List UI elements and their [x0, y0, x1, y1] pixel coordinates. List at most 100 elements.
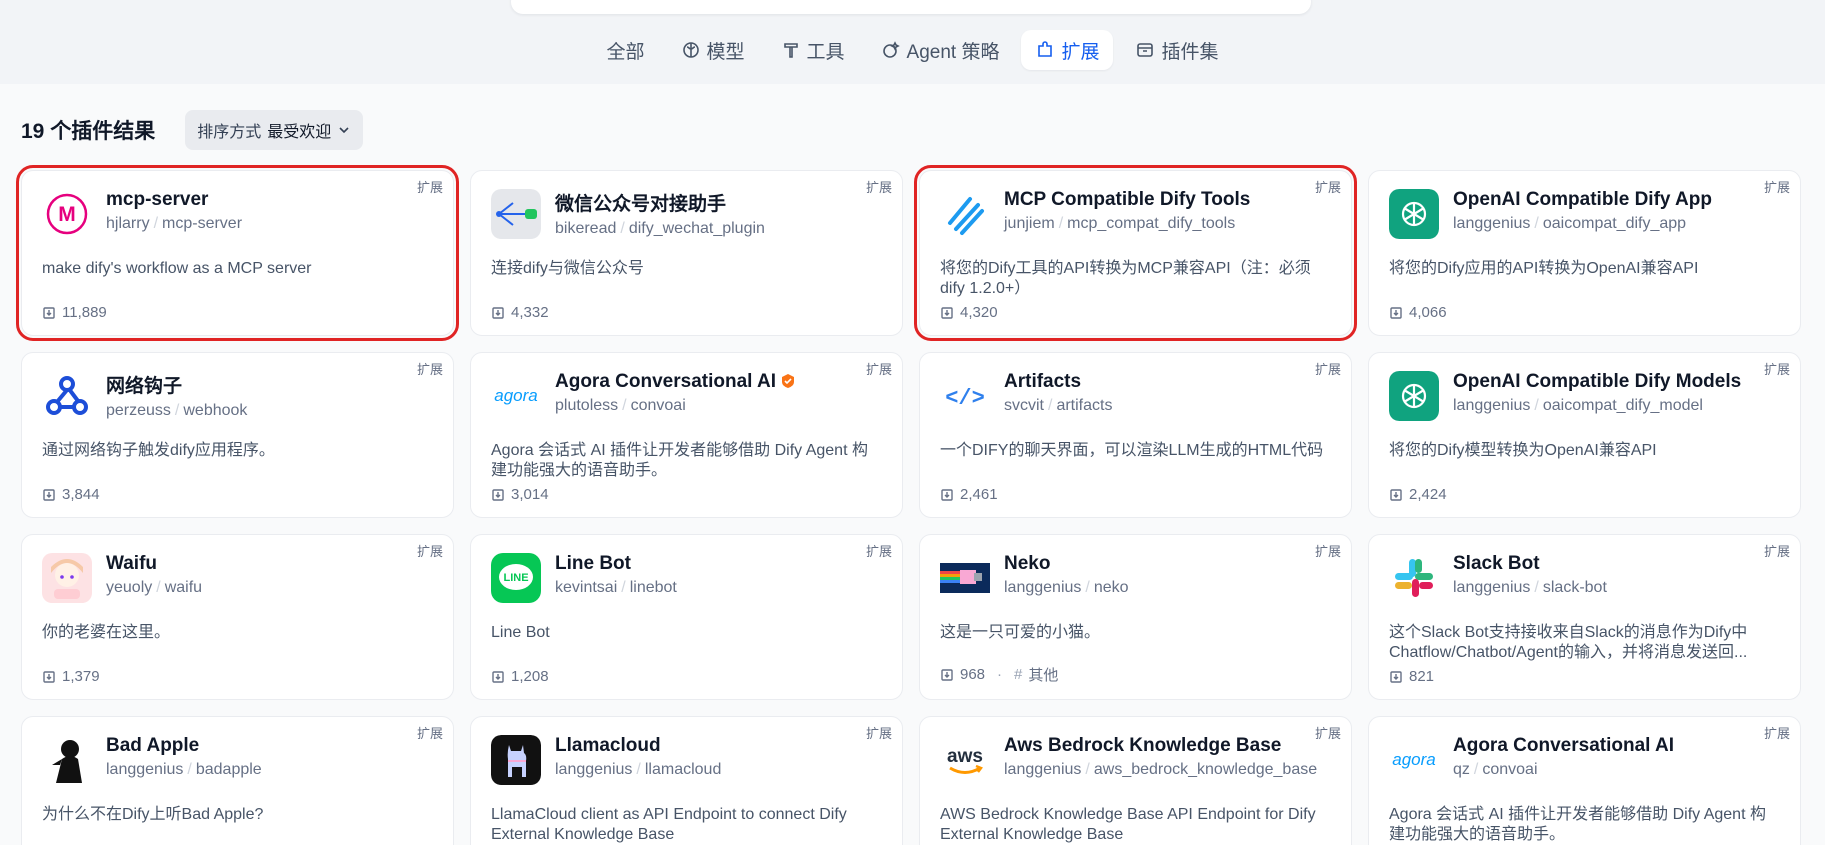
download-count: 4,320 — [940, 304, 998, 321]
hash-icon: # — [1014, 666, 1023, 683]
plugin-card[interactable]: 扩展 网络钩子 perzeuss / webhook 通过网络钩子触发dify应用程… — [21, 352, 454, 518]
plugin-card[interactable]: 扩展 MCP Compatible Dify Tools junjiem / mcp… — [914, 165, 1357, 341]
plugin-org: perzeuss / webhook — [106, 402, 248, 419]
category-tag: 扩展 — [1763, 362, 1790, 377]
plugin-description: 将您的Dify模型转换为OpenAI兼容API — [1389, 442, 1657, 459]
plugin-description: 为什么不在Dify上听Bad Apple? — [42, 806, 264, 823]
tab-label: Agent 策略 — [906, 41, 1000, 63]
tab-tools[interactable]: 工具 — [767, 30, 859, 70]
webhook-logo — [42, 371, 92, 421]
nyan-cat-logo — [940, 553, 990, 603]
download-count: 3,014 — [491, 486, 549, 503]
download-icon — [492, 306, 504, 319]
category-tag: 扩展 — [416, 544, 443, 559]
search-box[interactable] — [511, 0, 1311, 14]
category-tag: 扩展 — [1314, 362, 1341, 377]
plugin-org: langgenius / llamacloud — [555, 761, 722, 778]
tab-label: 扩展 — [1061, 41, 1100, 63]
plugin-description: Line Bot — [491, 624, 550, 641]
download-count: 4,332 — [491, 304, 549, 321]
openai-logo — [1389, 371, 1439, 421]
plugin-card[interactable]: 扩展 微信公众号对接助手 bikeread / dify_wechat_plugin… — [470, 170, 903, 336]
plugin-name: Line Bot — [555, 553, 631, 574]
logo-text: aws — [947, 746, 983, 767]
tab-bundles[interactable]: 插件集 — [1121, 30, 1232, 70]
plugin-card[interactable]: 扩展 </> Artifacts svcvit / artifacts 一个DIFY… — [919, 352, 1352, 518]
plugin-description: 这个Slack Bot支持接收来自Slack的消息作为Dify中Chatflow… — [1389, 624, 1748, 661]
tab-extensions[interactable]: 扩展 — [1021, 30, 1114, 70]
plugin-card[interactable]: 扩展 OpenAI Compatible Dify Models langgen… — [1368, 352, 1801, 518]
plugin-card[interactable]: 扩展 Bad Apple langgenius / badapple 为什么不在Di… — [21, 716, 454, 845]
tab-models[interactable]: 模型 — [667, 30, 759, 70]
plugin-org: langgenius / oaicompat_dify_model — [1453, 397, 1703, 414]
openai-logo — [1389, 189, 1439, 239]
plugin-card[interactable]: 扩展 Llamacloud langgenius / llamacloud Llam… — [470, 716, 903, 845]
plugin-name: MCP Compatible Dify Tools — [1004, 189, 1251, 210]
download-icon — [492, 670, 504, 683]
silhouette-logo — [42, 735, 92, 785]
slack-logo — [1389, 553, 1439, 603]
plugin-name: 网络钩子 — [106, 376, 183, 397]
download-icon — [941, 306, 953, 319]
category-tag: 扩展 — [865, 180, 892, 195]
llama-logo — [491, 735, 541, 785]
mcp-clip-logo — [940, 189, 990, 239]
plugin-card[interactable]: 扩展 Slack Bot langgenius / slack-bot 这个Slac… — [1368, 534, 1801, 700]
category-tag: 扩展 — [1763, 544, 1790, 559]
download-icon — [941, 488, 953, 501]
category-tag: 扩展 — [865, 544, 892, 559]
plugin-card[interactable]: 扩展 Waifu yeuoly / waifu 你的老婆在这里。 1,379 — [21, 534, 454, 700]
plugin-grid: 扩展 M mcp-server hjlarry / mcp-server make … — [16, 165, 1801, 845]
plugin-description: Agora 会话式 AI 插件让开发者能够借助 Dify Agent 构建功能强… — [1389, 806, 1766, 843]
plugin-card[interactable]: 扩展 agora Agora Conversational AI plutole… — [470, 352, 903, 518]
download-icon — [43, 488, 55, 501]
plugin-name: Agora Conversational AI — [555, 371, 796, 393]
sort-prefix: 排序方式 — [197, 124, 262, 141]
tab-all[interactable]: 全部 — [592, 30, 658, 70]
category-tag: 扩展 — [865, 726, 892, 741]
bundle-icon — [1137, 43, 1154, 57]
download-count: 968 · # 其他 — [940, 664, 1058, 685]
plugin-org: bikeread / dify_wechat_plugin — [555, 220, 765, 237]
hammer-icon — [783, 43, 798, 58]
plugin-description: 将您的Dify工具的API转换为MCP兼容API（注：必须 dify 1.2.0… — [940, 260, 1311, 297]
category-tag: 扩展 — [1763, 726, 1790, 741]
plugin-name: Aws Bedrock Knowledge Base — [1004, 735, 1282, 756]
tab-agent-strategy[interactable]: Agent 策略 — [867, 30, 1014, 70]
plugin-org: plutoless / convoai — [555, 397, 686, 414]
brain-icon — [682, 42, 699, 58]
tab-label: 模型 — [706, 41, 745, 63]
sort-dropdown[interactable]: 排序方式 最受欢迎 — [185, 110, 364, 150]
plugin-org: langgenius / badapple — [106, 761, 262, 778]
results-header: 19 个插件结果 排序方式 最受欢迎 — [21, 110, 364, 150]
category-tag: 扩展 — [1314, 726, 1341, 741]
plugin-card[interactable]: 扩展 Neko langgenius / neko 这是一只可爱的小猫。 968 ·… — [919, 534, 1352, 700]
plugin-description: 一个DIFY的聊天界面，可以渲染LLM生成的HTML代码 — [940, 442, 1324, 459]
logo-text: </> — [945, 386, 985, 411]
plugin-description: 你的老婆在这里。 — [42, 624, 171, 641]
plugin-card[interactable]: 扩展 aws Aws Bedrock Knowledge Base langge… — [919, 716, 1352, 845]
category-tag: 扩展 — [416, 726, 443, 741]
tab-label: 全部 — [606, 41, 645, 63]
plugin-card[interactable]: 扩展 M mcp-server hjlarry / mcp-server make … — [16, 165, 459, 341]
download-count: 11,889 — [42, 304, 107, 321]
plugin-description: LlamaCloud client as API Endpoint to con… — [491, 806, 847, 843]
category-label: 其他 — [1028, 667, 1059, 684]
download-count: 821 — [1389, 668, 1434, 685]
plugin-org: langgenius / aws_bedrock_knowledge_base — [1004, 761, 1318, 778]
results-count: 19 个插件结果 — [21, 120, 156, 143]
category-tag: 扩展 — [865, 362, 892, 377]
plugin-card[interactable]: 扩展 OpenAI Compatible Dify App langgenius… — [1368, 170, 1801, 336]
mcp-m-logo: M — [42, 189, 92, 239]
sort-value: 最受欢迎 — [267, 124, 332, 141]
plugin-org: qz / convoai — [1453, 761, 1538, 778]
plugin-name: Neko — [1004, 553, 1051, 574]
tab-label: 工具 — [806, 41, 845, 63]
plugin-card[interactable]: 扩展 LINE Line Bot kevintsai / linebot Line … — [470, 534, 903, 700]
plugin-org: hjlarry / mcp-server — [106, 215, 243, 232]
plugin-org: langgenius / neko — [1004, 579, 1129, 596]
plugin-org: junjiem / mcp_compat_dify_tools — [1004, 215, 1236, 232]
agora-logo: agora — [491, 371, 541, 421]
plugin-card[interactable]: 扩展 agora Agora Conversational AI qz / conv… — [1368, 716, 1801, 845]
plugin-org: svcvit / artifacts — [1004, 397, 1113, 414]
